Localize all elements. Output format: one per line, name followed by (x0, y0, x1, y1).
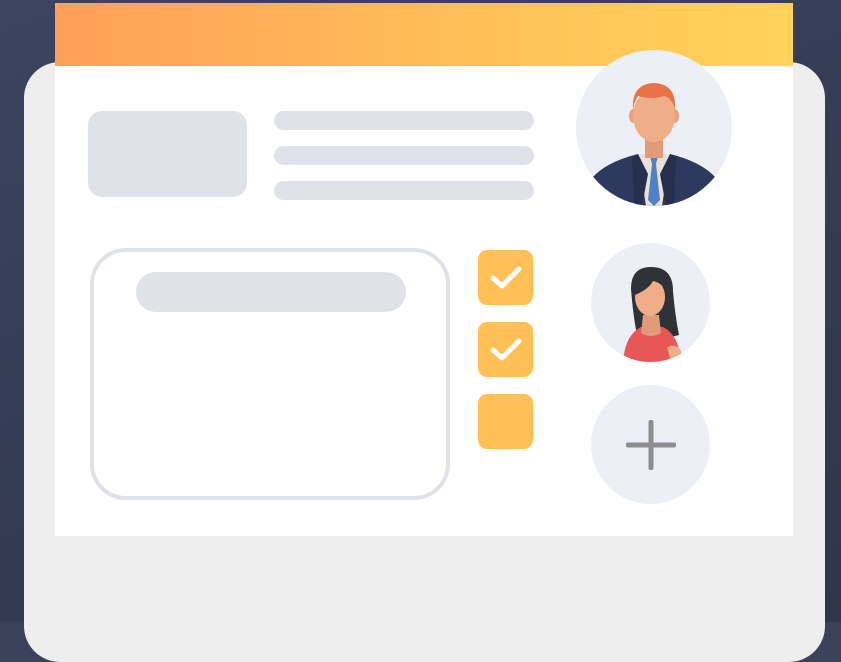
text-line-placeholder (274, 181, 534, 200)
text-line-placeholder (274, 111, 534, 130)
checkmark-icon (490, 266, 521, 288)
plus-icon (625, 419, 676, 470)
checkbox-checked[interactable] (478, 322, 533, 377)
card-title-placeholder (136, 272, 406, 312)
checkbox-checked[interactable] (478, 250, 533, 305)
checkbox-unchecked[interactable] (478, 394, 533, 449)
male-user-avatar-icon (592, 83, 716, 206)
user-avatar[interactable] (591, 243, 710, 362)
user-avatar[interactable] (576, 50, 732, 206)
text-line-placeholder (274, 146, 534, 165)
content-card (90, 248, 450, 500)
female-user-avatar-icon (623, 267, 681, 362)
checkmark-icon (490, 338, 521, 360)
add-user-button[interactable] (591, 385, 710, 504)
app-screen (55, 3, 793, 536)
image-placeholder (88, 111, 247, 197)
